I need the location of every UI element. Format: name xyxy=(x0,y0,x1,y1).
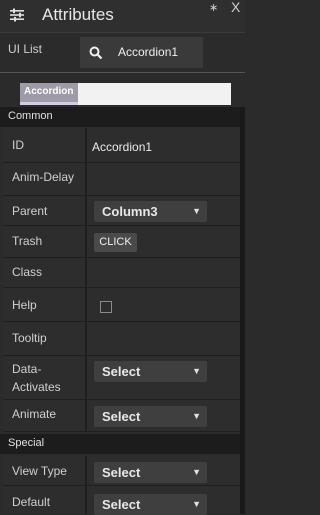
row-default: Default Select ▼ xyxy=(3,486,240,515)
divider xyxy=(0,72,245,73)
row-class-label-cell: Class xyxy=(3,258,87,287)
row-id-label: ID xyxy=(12,138,24,152)
tab-accordion-label: Accordion xyxy=(24,86,74,97)
search-icon xyxy=(89,46,103,60)
row-default-label-cell: Default xyxy=(3,486,87,514)
caret-down-icon: ▼ xyxy=(192,467,201,477)
view-type-select-value: Select xyxy=(102,465,141,480)
row-view-type-label-cell: View Type xyxy=(3,456,87,485)
row-help-value-cell xyxy=(87,288,240,321)
caret-down-icon: ▼ xyxy=(192,206,201,216)
row-id-label-cell: ID xyxy=(3,128,87,162)
row-trash-label-cell: Trash xyxy=(3,226,87,257)
sliders-icon[interactable] xyxy=(10,8,24,22)
help-checkbox[interactable] xyxy=(100,301,112,313)
parent-select[interactable]: Column3 ▼ xyxy=(94,201,207,222)
row-anim-delay: Anim-Delay xyxy=(3,163,240,196)
data-activates-select-value: Select xyxy=(102,364,141,379)
id-value[interactable]: Accordion1 xyxy=(92,140,152,154)
scrollbar[interactable] xyxy=(240,107,245,514)
row-data-activates-label-line2: Activates xyxy=(12,380,61,394)
default-select[interactable]: Select ▼ xyxy=(94,494,207,515)
row-data-activates: Data- Activates Select ▼ xyxy=(3,356,240,400)
row-data-activates-label-line1: Data- xyxy=(12,362,42,376)
attributes-panel: Attributes ∗ X UI List Accordion1 Accord… xyxy=(0,0,245,515)
row-view-type-value-cell: Select ▼ xyxy=(87,456,240,485)
animate-select-value: Select xyxy=(102,409,141,424)
row-view-type: View Type Select ▼ xyxy=(3,456,240,486)
row-parent: Parent Column3 ▼ xyxy=(3,196,240,226)
row-default-label: Default xyxy=(12,495,51,509)
row-anim-delay-label-cell: Anim-Delay xyxy=(3,163,87,195)
row-tooltip-label-cell: Tooltip xyxy=(3,322,87,355)
row-data-activates-label-cell: Data- Activates xyxy=(3,356,87,399)
data-activates-select[interactable]: Select ▼ xyxy=(94,361,207,382)
row-view-type-label: View Type xyxy=(12,464,67,478)
row-animate: Animate Select ▼ xyxy=(3,400,240,432)
section-common-label: Common xyxy=(8,110,53,122)
ui-list-label: UI List xyxy=(8,42,43,56)
trash-click-button[interactable]: CLICK xyxy=(94,233,137,252)
row-class-label: Class xyxy=(12,265,43,279)
row-help: Help xyxy=(3,288,240,322)
row-animate-value-cell: Select ▼ xyxy=(87,400,240,431)
class-field[interactable] xyxy=(87,258,240,287)
row-anim-delay-label: Anim-Delay xyxy=(12,170,75,184)
row-help-label: Help xyxy=(12,298,37,312)
ui-list-search[interactable]: Accordion1 xyxy=(80,37,203,68)
row-parent-label-cell: Parent xyxy=(3,196,87,225)
section-special-label: Special xyxy=(8,437,45,449)
row-trash: Trash CLICK xyxy=(3,226,240,258)
row-tooltip: Tooltip xyxy=(3,322,240,356)
row-parent-label: Parent xyxy=(12,204,48,218)
row-default-value-cell: Select ▼ xyxy=(87,486,240,515)
anim-delay-field[interactable] xyxy=(87,163,240,195)
parent-select-value: Column3 xyxy=(102,204,158,219)
tab-accordion[interactable]: Accordion xyxy=(20,83,78,105)
row-class: Class xyxy=(3,258,240,288)
tooltip-field[interactable] xyxy=(87,322,240,355)
caret-down-icon: ▼ xyxy=(192,366,201,376)
animate-select[interactable]: Select ▼ xyxy=(94,406,207,427)
row-trash-value-cell: CLICK xyxy=(87,226,240,257)
close-icon[interactable]: X xyxy=(231,0,240,15)
view-type-select[interactable]: Select ▼ xyxy=(94,462,207,483)
section-special[interactable]: Special xyxy=(0,434,245,454)
panel-title: Attributes xyxy=(42,5,114,24)
section-common[interactable]: Common xyxy=(0,107,245,127)
row-tooltip-label: Tooltip xyxy=(12,331,47,345)
row-id: ID Accordion1 xyxy=(3,128,240,163)
row-trash-label: Trash xyxy=(12,234,43,248)
caret-down-icon: ▼ xyxy=(192,411,201,421)
row-animate-label: Animate xyxy=(12,407,57,421)
pin-icon[interactable]: ∗ xyxy=(209,1,218,14)
row-data-activates-value-cell: Select ▼ xyxy=(87,356,240,399)
caret-down-icon: ▼ xyxy=(192,499,201,509)
default-select-value: Select xyxy=(102,497,141,512)
row-parent-value-cell: Column3 ▼ xyxy=(87,196,240,225)
search-value: Accordion1 xyxy=(118,45,179,59)
row-help-label-cell: Help xyxy=(3,288,87,321)
row-animate-label-cell: Animate xyxy=(3,400,87,431)
row-id-value-cell[interactable]: Accordion1 xyxy=(87,128,240,162)
panel-header: Attributes ∗ X xyxy=(0,0,245,33)
